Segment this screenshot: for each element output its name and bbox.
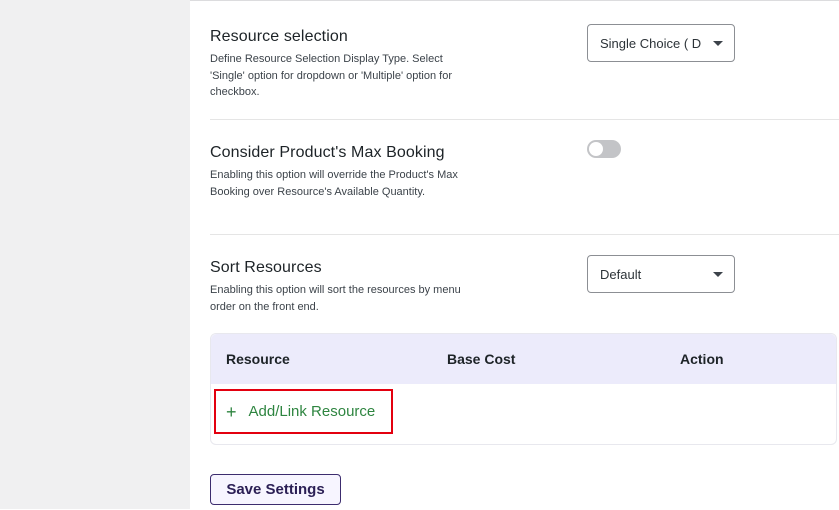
- sort-resources-select[interactable]: Default: [587, 255, 735, 293]
- table-header: Resource Base Cost Action: [211, 334, 836, 384]
- setting-sort-resources: Sort Resources Enabling this option will…: [210, 255, 839, 319]
- divider: [210, 234, 839, 235]
- setting-resource-selection: Resource selection Define Resource Selec…: [210, 24, 839, 120]
- setting-description: Enabling this option will sort the resou…: [210, 284, 461, 313]
- divider: [210, 119, 839, 120]
- select-value: Single Choice ( D: [600, 36, 702, 51]
- add-link-resource-button[interactable]: + Add/Link Resource: [214, 389, 393, 434]
- setting-title: Sort Resources: [210, 259, 322, 276]
- left-gutter: [0, 0, 190, 509]
- settings-panel: Resource selection Define Resource Selec…: [190, 0, 839, 510]
- resource-selection-select[interactable]: Single Choice ( D: [587, 24, 735, 62]
- save-settings-button[interactable]: Save Settings: [210, 474, 341, 505]
- setting-max-booking: Consider Product's Max Booking Enabling …: [210, 144, 839, 236]
- column-header-action: Action: [680, 351, 724, 367]
- select-value: Default: [600, 267, 642, 282]
- setting-title: Resource selection: [210, 28, 348, 45]
- max-booking-toggle[interactable]: [587, 140, 621, 158]
- caret-down-icon: [713, 272, 723, 277]
- column-header-base-cost: Base Cost: [447, 351, 516, 367]
- setting-description: Enabling this option will override the P…: [210, 169, 458, 198]
- setting-title: Consider Product's Max Booking: [210, 144, 445, 161]
- caret-down-icon: [713, 41, 723, 46]
- column-header-resource: Resource: [226, 351, 290, 367]
- plus-icon: +: [226, 401, 237, 422]
- setting-description: Define Resource Selection Display Type. …: [210, 53, 452, 98]
- toggle-knob: [589, 142, 603, 156]
- add-link-resource-label: Add/Link Resource: [248, 403, 376, 420]
